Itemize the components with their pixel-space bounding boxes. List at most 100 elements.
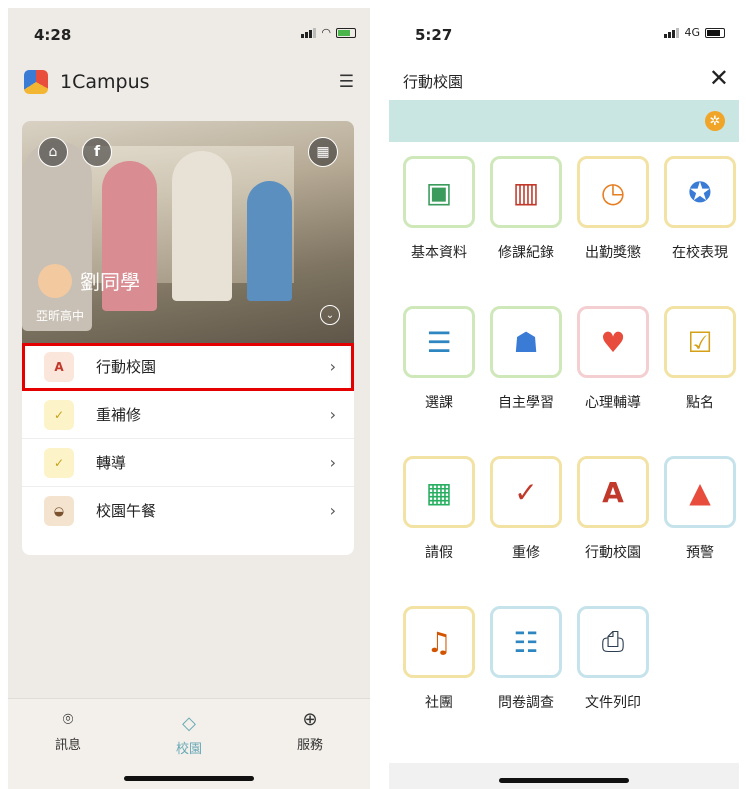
chevron-right-icon: › xyxy=(329,501,336,520)
grid-item-counseling[interactable]: ♥ 心理輔導 xyxy=(575,306,651,412)
signal-icon xyxy=(664,27,680,38)
page-title: 行動校園 xyxy=(403,73,464,91)
facebook-icon[interactable]: f xyxy=(82,137,112,167)
chat-icon: ⌾ xyxy=(62,709,74,730)
grid-item-mobile-campus[interactable]: A 行動校園 xyxy=(575,456,651,562)
chevron-right-icon: › xyxy=(329,405,336,424)
calendar-icon: ▦ xyxy=(403,456,475,528)
grid-item-course-record[interactable]: ▥ 修課紀錄 xyxy=(488,156,564,262)
sliders-icon[interactable]: ☰ xyxy=(339,72,354,92)
menu-item-mobile-campus[interactable]: A 行動校園 › xyxy=(22,343,354,391)
settings-strip: ✲ xyxy=(389,100,739,142)
grid-item-roll-call[interactable]: ☑ 點名 xyxy=(662,306,738,412)
grid-item-label: 請假 xyxy=(425,545,453,561)
close-icon[interactable]: ✕ xyxy=(709,64,729,92)
graduation-cap-icon: ◇ xyxy=(182,713,196,734)
grid-item-retake[interactable]: ✓ 重修 xyxy=(488,456,564,562)
roll-call-icon: ☑ xyxy=(664,306,736,378)
grid-item-label: 社團 xyxy=(425,695,453,711)
chevron-right-icon: › xyxy=(329,453,336,472)
clock-medal-icon: ◷ xyxy=(577,156,649,228)
teacher-figure xyxy=(172,151,232,301)
student-card: ⌂ f ▦ 劉同學 亞昕高中 ⌄ A 行動校園 › ✓ 重補修 › ✓ 轉導 › xyxy=(22,121,354,555)
nav-bar: 行動校園 ✕ xyxy=(389,64,739,100)
bottom-bar xyxy=(389,763,739,789)
student-figure xyxy=(247,181,292,301)
grid-item-label: 出勤獎懲 xyxy=(585,245,641,261)
battery-icon xyxy=(336,27,356,38)
books-gear-icon: ▥ xyxy=(490,156,562,228)
heart-hands-icon: ♥ xyxy=(577,306,649,378)
grid-item-print[interactable]: ⎙ 文件列印 xyxy=(575,606,651,712)
grid-item-alert[interactable]: ▲ 預警 xyxy=(662,456,738,562)
grid-item-label: 基本資料 xyxy=(411,245,467,261)
profile-card-icon: ▣ xyxy=(403,156,475,228)
grid-item-leave[interactable]: ▦ 請假 xyxy=(401,456,477,562)
bottom-tab-bar: ⌾ 訊息 ◇ 校園 ⊕ 服務 xyxy=(8,698,370,789)
tab-label: 訊息 xyxy=(54,738,81,753)
status-icons: 4G xyxy=(664,26,725,39)
grid-item-survey[interactable]: ☷ 問卷調查 xyxy=(488,606,564,712)
hero-photo: ⌂ f ▦ 劉同學 亞昕高中 ⌄ xyxy=(22,121,354,343)
app-header: 1Campus ☰ xyxy=(24,64,354,100)
status-bar: 5:27 4G xyxy=(389,8,739,52)
campus-app-icon: A xyxy=(577,456,649,528)
student-award-icon: ✪ xyxy=(664,156,736,228)
school-name: 亞昕高中 xyxy=(36,309,85,323)
grid-item-performance[interactable]: ✪ 在校表現 xyxy=(662,156,738,262)
avatar xyxy=(38,264,72,298)
wifi-icon: ◠ xyxy=(321,26,331,39)
status-icons: ◠ xyxy=(301,26,356,39)
globe-icon: ⊕ xyxy=(302,709,318,730)
grid-item-label: 選課 xyxy=(425,395,453,411)
signal-icon xyxy=(301,27,317,38)
menu-item-transfer[interactable]: ✓ 轉導 › xyxy=(22,439,354,487)
menu-item-label: 行動校園 xyxy=(96,358,157,376)
grid-item-label: 預警 xyxy=(686,545,714,561)
self-study-icon: ☗ xyxy=(490,306,562,378)
apps-grid-icon[interactable]: ▦ xyxy=(308,137,338,167)
student-figure xyxy=(22,141,92,331)
guitar-ball-icon: ♫ xyxy=(403,606,475,678)
network-type: 4G xyxy=(684,26,700,39)
grid-item-attendance[interactable]: ◷ 出勤獎懲 xyxy=(575,156,651,262)
chevron-down-icon[interactable]: ⌄ xyxy=(320,305,340,325)
printer-icon: ⎙ xyxy=(577,606,649,678)
menu-item-label: 校園午餐 xyxy=(96,502,157,520)
grid-item-label: 文件列印 xyxy=(585,695,641,711)
menu-item-remedial[interactable]: ✓ 重補修 › xyxy=(22,391,354,439)
grid-item-self-study[interactable]: ☗ 自主學習 xyxy=(488,306,564,412)
checklist-icon: ✓ xyxy=(44,447,74,478)
retake-exam-icon: ✓ xyxy=(490,456,562,528)
menu-item-lunch[interactable]: ◒ 校園午餐 › xyxy=(22,487,354,534)
tab-services[interactable]: ⊕ 服務 xyxy=(270,709,350,753)
grid-item-label: 重修 xyxy=(512,545,540,561)
tab-messages[interactable]: ⌾ 訊息 xyxy=(28,709,108,753)
grid-item-label: 行動校園 xyxy=(585,545,641,561)
home-indicator xyxy=(124,776,254,781)
grid-item-course-selection[interactable]: ☰ 選課 xyxy=(401,306,477,412)
status-bar: 4:28 ◠ xyxy=(8,8,370,52)
chevron-right-icon: › xyxy=(329,357,336,376)
menu-item-label: 轉導 xyxy=(96,454,127,472)
service-menu: A 行動校園 › ✓ 重補修 › ✓ 轉導 › ◒ 校園午餐 › xyxy=(22,343,354,534)
survey-icon: ☷ xyxy=(490,606,562,678)
status-time: 5:27 xyxy=(415,26,453,44)
checklist-icon: ✓ xyxy=(44,399,74,430)
home-icon[interactable]: ⌂ xyxy=(38,137,68,167)
grid-item-club[interactable]: ♫ 社團 xyxy=(401,606,477,712)
grid-item-label: 在校表現 xyxy=(672,245,728,261)
app-logo-icon xyxy=(24,70,48,94)
grid-item-label: 點名 xyxy=(686,395,714,411)
home-indicator xyxy=(499,778,629,783)
status-time: 4:28 xyxy=(34,26,72,44)
grid-item-label: 修課紀錄 xyxy=(498,245,554,261)
grid-item-label: 心理輔導 xyxy=(585,395,641,411)
tab-campus[interactable]: ◇ 校園 xyxy=(149,713,229,757)
grid-item-profile[interactable]: ▣ 基本資料 xyxy=(401,156,477,262)
menu-item-label: 重補修 xyxy=(96,406,142,424)
grid-item-label: 自主學習 xyxy=(498,395,554,411)
student-name: 劉同學 xyxy=(80,270,140,294)
gear-icon[interactable]: ✲ xyxy=(705,111,725,131)
left-phone-screen: 4:28 ◠ 1Campus ☰ ⌂ f ▦ 劉同學 亞昕高中 ⌄ A 行動校園… xyxy=(8,8,370,789)
